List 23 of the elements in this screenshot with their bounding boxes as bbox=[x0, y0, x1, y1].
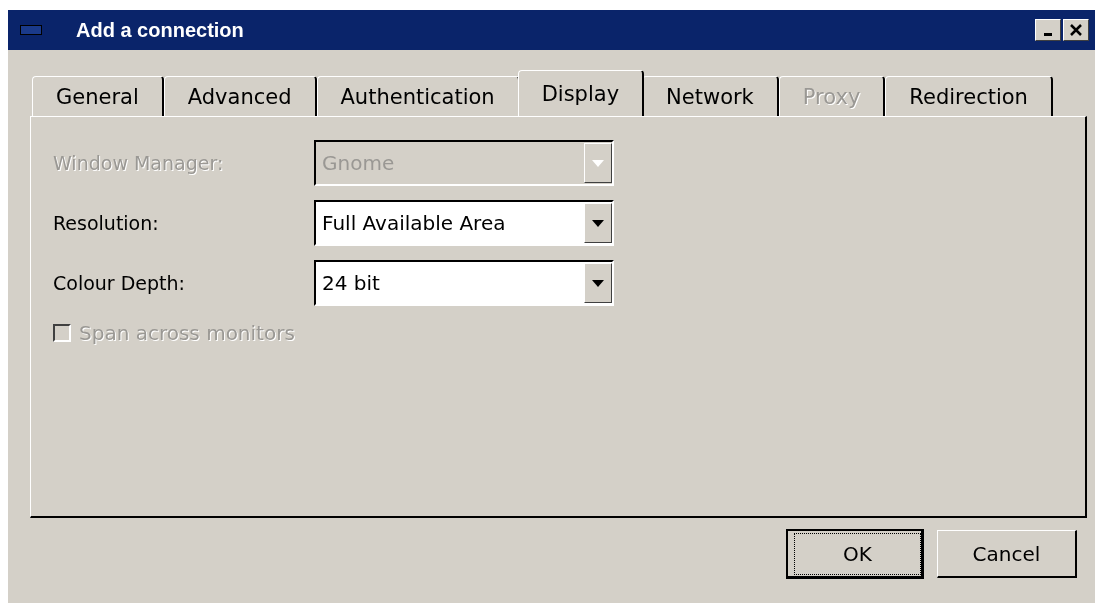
field-label: Window Manager: bbox=[53, 152, 225, 174]
close-button[interactable] bbox=[1063, 19, 1089, 41]
dialog-button[interactable]: Cancel bbox=[937, 530, 1077, 578]
checkbox-label: Span across monitors bbox=[79, 321, 295, 345]
tab[interactable]: Display bbox=[517, 70, 645, 116]
dropdown[interactable]: Full Available Area bbox=[314, 200, 614, 246]
field-label: Resolution: bbox=[53, 212, 160, 234]
dialog-button[interactable]: OK bbox=[787, 530, 923, 578]
dropdown-arrow-icon bbox=[592, 279, 604, 287]
tab[interactable]: Authentication bbox=[316, 76, 520, 116]
dropdown-arrow-icon bbox=[592, 159, 604, 167]
minimize-icon bbox=[1044, 32, 1052, 36]
tab[interactable]: Advanced bbox=[163, 76, 317, 116]
minimize-button[interactable] bbox=[1035, 19, 1061, 41]
dropdown-arrow-icon bbox=[592, 219, 604, 227]
field-label: Colour Depth: bbox=[53, 272, 186, 294]
dropdown[interactable]: 24 bit bbox=[314, 260, 614, 306]
tab[interactable]: General bbox=[32, 76, 164, 116]
tab[interactable]: Network bbox=[642, 76, 779, 116]
window-icon bbox=[20, 25, 42, 35]
close-icon bbox=[1069, 23, 1083, 37]
window-title: Add a connection bbox=[76, 18, 245, 42]
tab[interactable]: Redirection bbox=[885, 76, 1053, 116]
